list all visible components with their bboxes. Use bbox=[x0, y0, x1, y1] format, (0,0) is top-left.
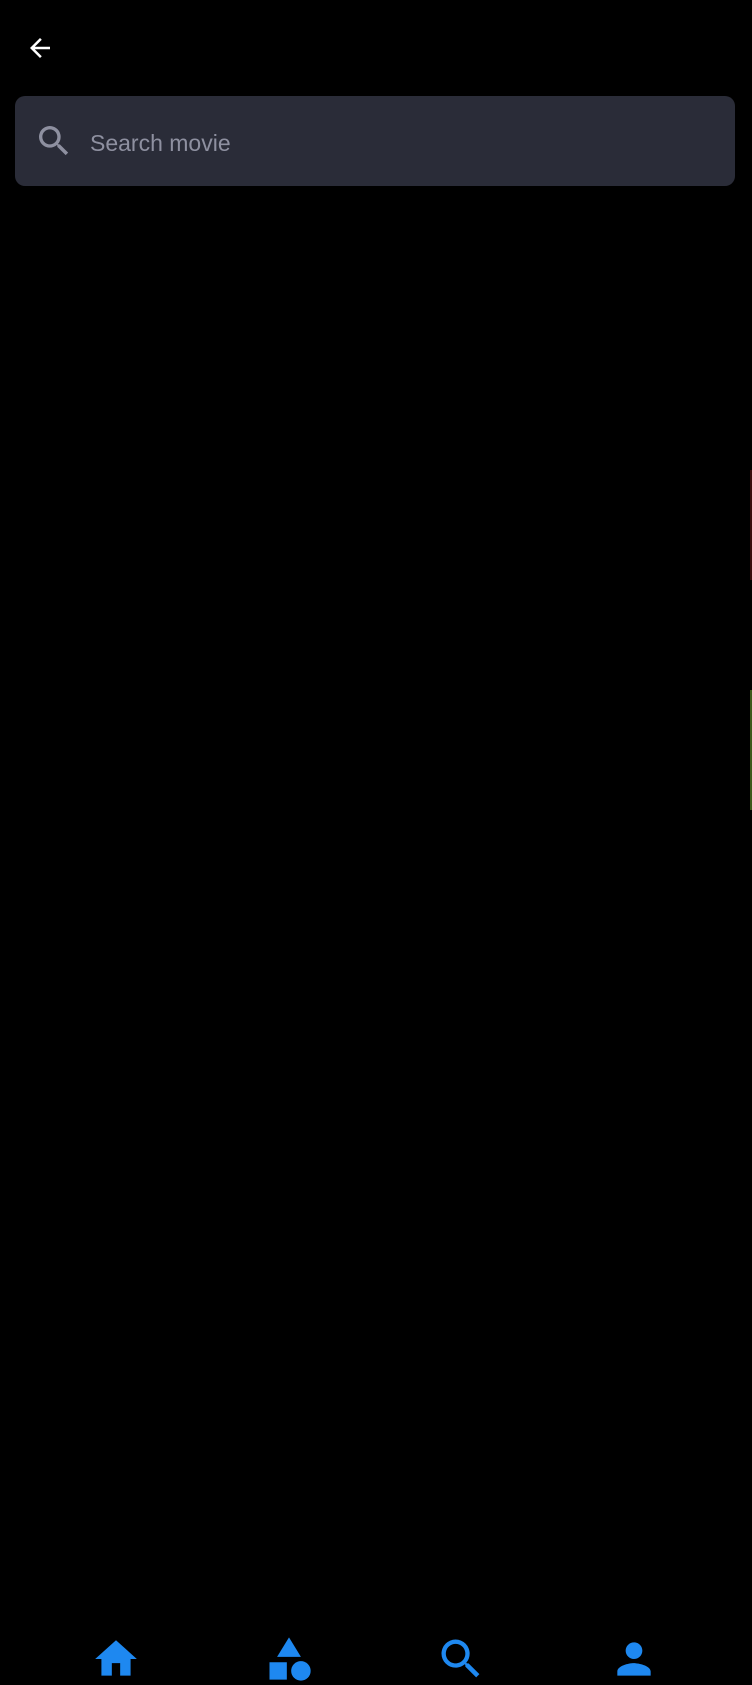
search-input[interactable] bbox=[90, 126, 710, 160]
nav-search-button[interactable] bbox=[435, 1633, 487, 1685]
arrow-left-icon bbox=[25, 33, 55, 63]
nav-categories-button[interactable] bbox=[263, 1633, 315, 1685]
search-screen bbox=[0, 0, 752, 1681]
back-button[interactable] bbox=[20, 28, 60, 68]
search-results-area bbox=[0, 200, 752, 810]
nav-home-button[interactable] bbox=[90, 1633, 142, 1685]
search-bar[interactable] bbox=[15, 96, 735, 186]
nav-profile-button[interactable] bbox=[608, 1633, 660, 1685]
person-icon bbox=[609, 1634, 659, 1684]
category-shapes-icon bbox=[263, 1633, 315, 1685]
bottom-navigation bbox=[0, 805, 752, 1681]
home-icon bbox=[91, 1634, 141, 1684]
search-icon bbox=[34, 121, 74, 161]
search-icon bbox=[435, 1633, 487, 1685]
